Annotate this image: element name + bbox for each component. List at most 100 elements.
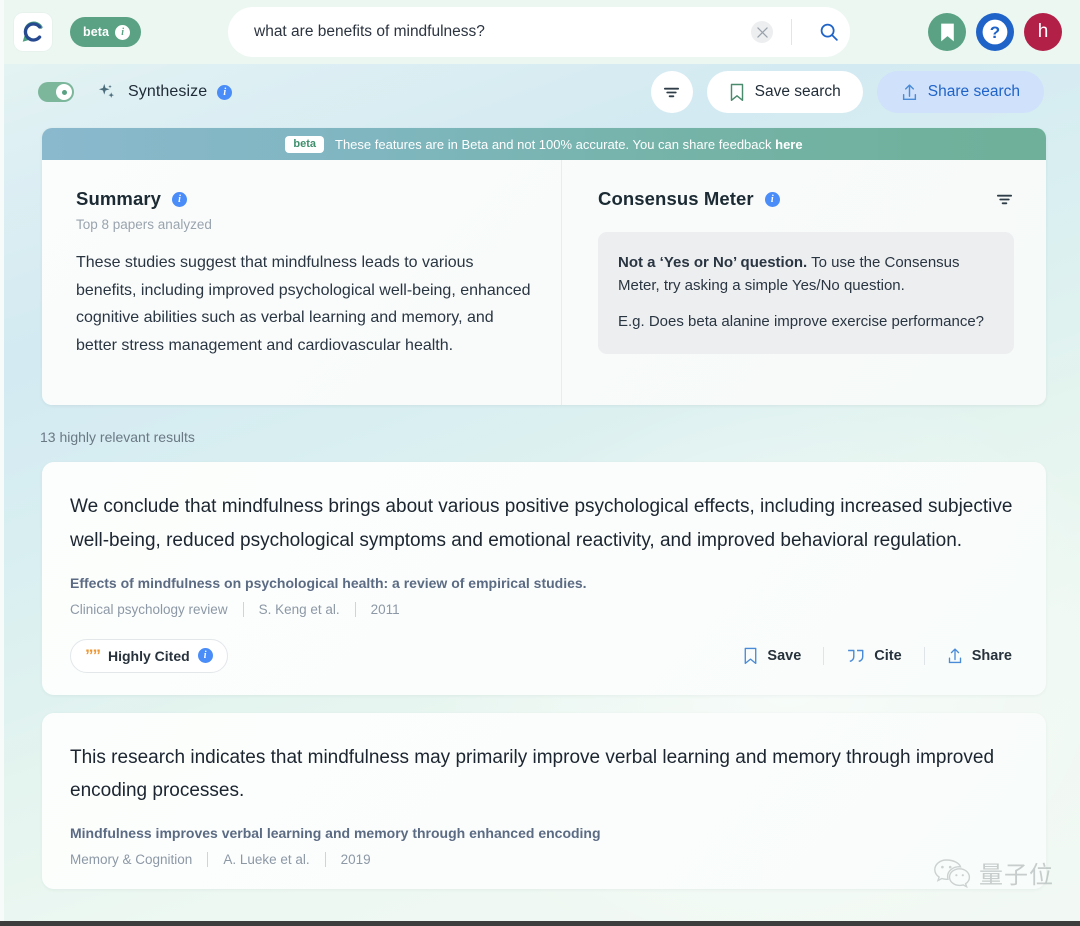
search-bar[interactable] [228,7,850,57]
cite-label: Cite [874,647,902,664]
synthesize-label: Synthesize [128,83,208,100]
consensus-info-icon[interactable]: i [764,191,780,207]
synthesize-toggle[interactable] [38,82,74,102]
results-toolbar: Synthesize i Save search Share search [0,64,1080,120]
share-icon [902,83,916,100]
highly-cited-label: Highly Cited [108,647,190,664]
question-mark-icon: ? [982,19,1008,45]
result-card: This research indicates that mindfulness… [42,712,1046,890]
clear-search-icon[interactable] [751,21,773,43]
meta-separator [354,601,356,617]
wechat-icon [934,858,971,888]
avatar[interactable]: h [1024,13,1062,51]
meta-separator [207,852,209,868]
action-separator [823,646,825,665]
help-button[interactable]: ? [976,13,1014,51]
result-claim: We conclude that mindfulness brings abou… [70,496,1013,551]
save-search-label: Save search [754,83,841,100]
toolbar-right-actions: Save search Share search [650,71,1044,113]
share-label: Share [971,647,1012,664]
search-icon [820,23,838,41]
result-actions: Save Cite Share [739,646,1016,665]
consensus-message: Not a ‘Yes or No’ question. To use the C… [618,251,992,298]
result-paper-title[interactable]: Effects of mindfulness on psychological … [70,575,1016,591]
result-metadata: Clinical psychology review S. Keng et al… [70,601,1016,617]
filter-icon [996,194,1013,204]
header-actions: ? h [928,13,1068,51]
result-authors: A. Lueke et al. [223,852,310,868]
save-result-button[interactable]: Save [739,647,805,665]
share-result-button[interactable]: Share [943,647,1016,665]
result-year: 2019 [340,852,371,868]
result-paper-title[interactable]: Mindfulness improves verbal learning and… [70,825,1016,841]
bottom-edge-strip [0,921,1080,926]
toggle-knob [56,84,72,100]
highly-cited-badge[interactable]: ”” Highly Cited i [70,638,228,673]
synthesize-card: beta These features are in Beta and not … [42,128,1046,405]
watermark-text: 量子位 [979,861,1054,889]
save-search-button[interactable]: Save search [706,71,863,113]
consensus-message-bold: Not a ‘Yes or No’ question. [618,254,808,271]
summary-text: These studies suggest that mindfulness l… [76,254,531,354]
result-authors: S. Keng et al. [258,601,340,617]
share-search-label: Share search [927,83,1020,100]
close-icon [756,26,768,38]
beta-notice-main: These features are in Beta and not 100% … [335,136,776,152]
result-footer: ”” Highly Cited i Save Cite Share [70,638,1016,673]
avatar-initial: h [1037,21,1049,42]
bookmark-icon [940,23,954,41]
beta-chip: beta [285,135,324,153]
share-search-button[interactable]: Share search [876,71,1044,113]
svg-text:?: ? [990,23,1000,42]
action-separator [923,646,925,665]
synthesize-info-icon[interactable]: i [217,84,233,100]
beta-notice-text: These features are in Beta and not 100% … [335,137,803,152]
consensus-empty-state: Not a ‘Yes or No’ question. To use the C… [598,232,1014,354]
consensus-meter-panel: Consensus Meter i Not a ‘Yes or No’ ques… [562,160,1046,405]
wechat-watermark: 量子位 [932,855,1054,890]
consensus-example: E.g. Does beta alanine improve exercise … [618,312,985,330]
beta-badge-label: beta [83,25,110,39]
search-divider [791,19,792,45]
beta-feedback-link[interactable]: here [775,137,802,152]
summary-panel: Summary i Top 8 papers analyzed These st… [42,160,562,405]
consensus-meter-title: Consensus Meter [598,188,754,209]
cite-result-button[interactable]: Cite [842,648,905,664]
filter-button[interactable] [650,71,693,113]
filter-icon [664,87,680,97]
synthesize-body: Summary i Top 8 papers analyzed These st… [42,160,1046,405]
beta-badge[interactable]: beta i [70,17,142,47]
result-journal: Memory & Cognition [70,852,193,868]
bookmark-icon [730,83,743,101]
results-count-label: 13 highly relevant results [40,429,195,445]
search-submit-button[interactable] [808,11,850,53]
quote-icon: ”” [85,646,101,666]
summary-subtitle: Top 8 papers analyzed [76,217,212,232]
info-icon[interactable]: i [115,24,131,40]
consensus-logo[interactable] [14,13,52,51]
result-claim: This research indicates that mindfulness… [70,746,995,802]
sparkle-icon [96,81,118,103]
result-card: We conclude that mindfulness brings abou… [42,462,1046,695]
search-input[interactable] [228,23,751,41]
consensus-filter-button[interactable] [995,190,1014,209]
meta-separator [242,601,244,617]
highly-cited-info-icon[interactable]: i [197,648,213,664]
save-label: Save [767,647,802,664]
bookmarks-button[interactable] [928,13,966,51]
summary-info-icon[interactable]: i [172,191,188,207]
meta-separator [324,852,326,868]
summary-header: Summary i [76,188,531,210]
top-header-bar: beta i ? h [0,0,1080,64]
logo-icon [22,21,43,42]
beta-notice-banner: beta These features are in Beta and not … [42,128,1046,160]
result-journal: Clinical psychology review [70,601,228,617]
result-year: 2011 [370,601,400,617]
share-icon [948,648,961,663]
bookmark-icon [745,647,757,664]
quote-icon [848,649,864,662]
summary-title: Summary [76,188,162,209]
left-edge-strip [0,0,4,926]
consensus-meter-header: Consensus Meter i [598,188,1014,210]
result-metadata: Memory & Cognition A. Lueke et al. 2019 [70,852,1016,868]
